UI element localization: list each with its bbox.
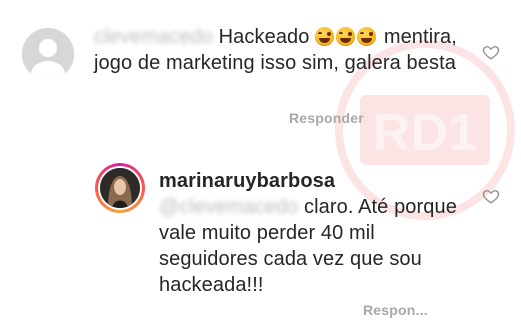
- avatar[interactable]: [95, 163, 145, 213]
- username[interactable]: marinaruybarbosa: [159, 170, 335, 192]
- heart-icon[interactable]: [482, 187, 500, 205]
- reply-button[interactable]: Respon...: [363, 302, 428, 318]
- mention-blurred[interactable]: @clevemacedo: [159, 194, 298, 220]
- profile-photo: [100, 168, 140, 208]
- reply-button[interactable]: Responder: [289, 110, 364, 126]
- comment-body: clevemacedo Hackeado mentira, jogo de ma…: [94, 24, 464, 76]
- comment-text-line1: Hackeado: [218, 26, 310, 48]
- heart-icon[interactable]: [482, 43, 500, 61]
- watermark-text: RD1: [373, 104, 477, 162]
- default-avatar-icon: [22, 28, 74, 80]
- laughing-emoji-icon: [315, 26, 384, 48]
- comment-body: marinaruybarbosa @clevemacedo claro. Até…: [159, 168, 479, 298]
- username-blurred[interactable]: clevemacedo: [94, 24, 213, 50]
- avatar[interactable]: [22, 28, 74, 80]
